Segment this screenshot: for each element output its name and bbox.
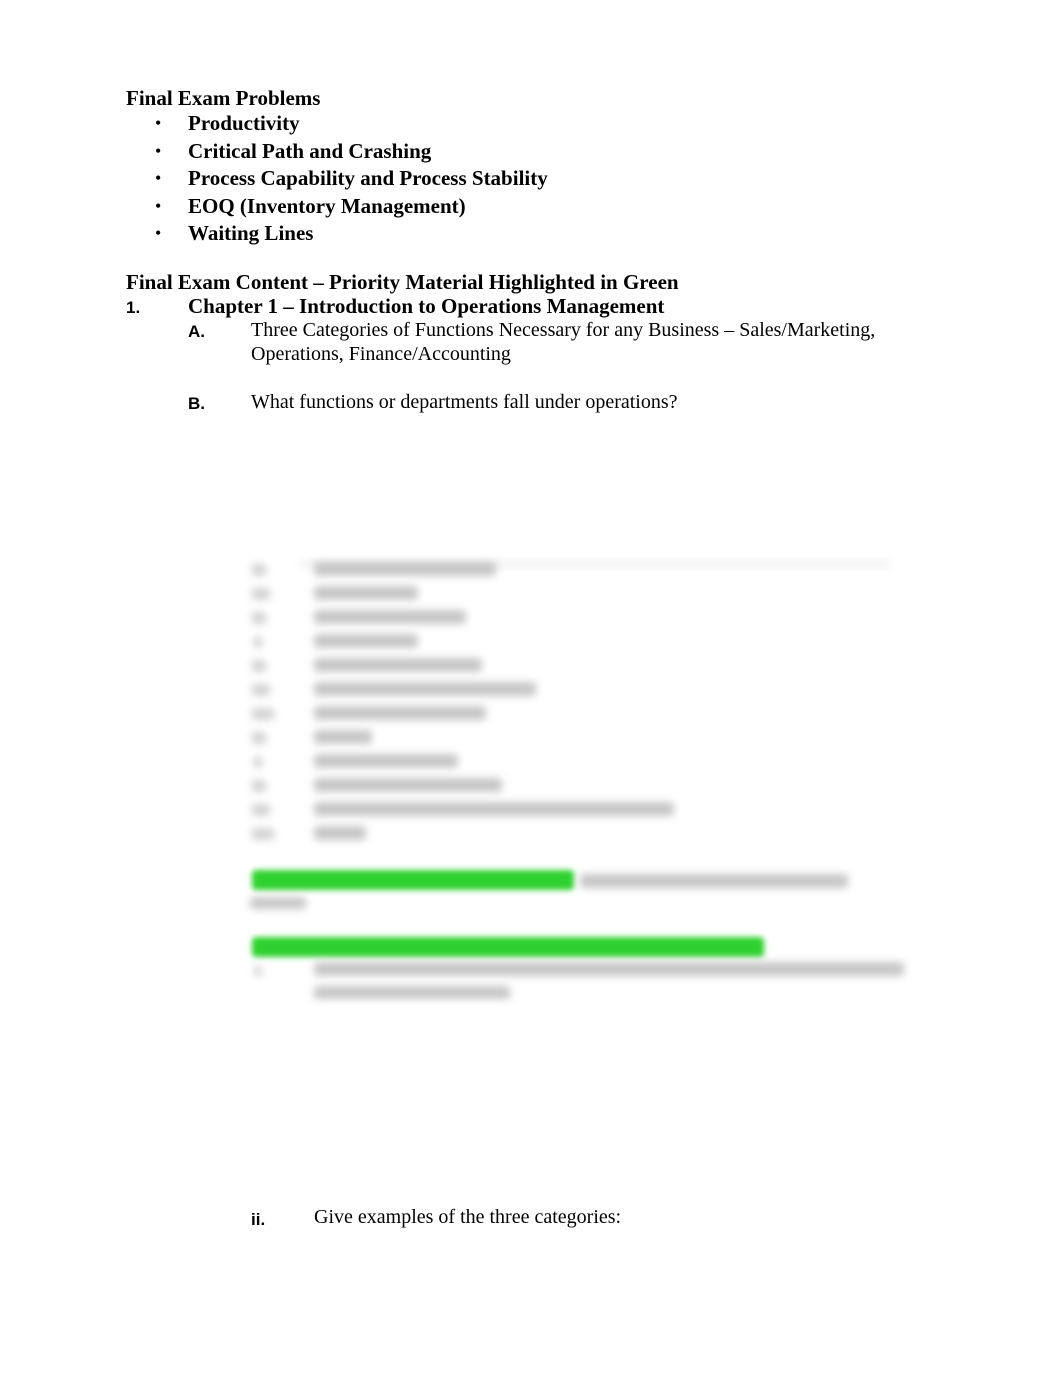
- problem-item: Process Capability and Process Stability: [188, 166, 548, 190]
- blurred-preview-region: [240, 554, 920, 1006]
- chapter-number: 1.: [126, 298, 141, 317]
- blurred-text: [314, 986, 510, 999]
- problem-item: Productivity: [188, 111, 300, 135]
- blurred-list-number: [252, 708, 274, 720]
- blurred-list-item: [314, 682, 536, 696]
- blurred-list-number: [252, 660, 266, 672]
- bullet-icon: •: [155, 141, 162, 161]
- chapter-title: Chapter 1 – Introduction to Operations M…: [188, 294, 665, 318]
- blurred-list-number: [252, 588, 270, 600]
- blurred-list-number: [254, 966, 262, 976]
- problem-item: Waiting Lines: [188, 221, 314, 245]
- problem-item: EOQ (Inventory Management): [188, 194, 466, 218]
- blurred-list-number: [252, 804, 270, 816]
- green-highlight: [252, 870, 574, 890]
- problems-heading: Final Exam Problems: [126, 86, 321, 110]
- bullet-icon: •: [155, 196, 162, 216]
- blurred-list-number: [252, 564, 266, 576]
- blurred-list-item: [314, 778, 502, 792]
- section-label: A.: [188, 322, 205, 341]
- bullet-icon: •: [155, 168, 162, 188]
- subitem-text: Give examples of the three categories:: [314, 1206, 622, 1228]
- blurred-list-item: [314, 586, 418, 600]
- blurred-text: [580, 874, 848, 888]
- section-text: Three Categories of Functions Necessary …: [251, 319, 876, 341]
- blurred-text: [314, 962, 904, 976]
- bullet-icon: •: [155, 223, 162, 243]
- blurred-list-item: [314, 826, 366, 840]
- blurred-list-number: [252, 732, 266, 744]
- blurred-list-item: [314, 730, 372, 744]
- blurred-list-item: [314, 754, 458, 768]
- blurred-list-item: [314, 562, 496, 576]
- blurred-list-item: [314, 706, 486, 720]
- content-heading: Final Exam Content – Priority Material H…: [126, 270, 679, 294]
- subitem-label: ii.: [251, 1210, 266, 1229]
- section-label: B.: [188, 394, 205, 413]
- blurred-list-number: [254, 636, 262, 648]
- blurred-list-number: [252, 612, 266, 624]
- blurred-list-number: [252, 828, 274, 840]
- green-highlight: [252, 937, 764, 957]
- blurred-list-item: [314, 634, 418, 648]
- section-text: What functions or departments fall under…: [251, 391, 678, 413]
- blurred-list-item: [314, 802, 674, 816]
- blurred-text: [250, 897, 306, 909]
- section-text-continued: Operations, Finance/Accounting: [251, 343, 511, 365]
- blurred-list-item: [314, 658, 482, 672]
- blurred-list-number: [252, 684, 270, 696]
- blurred-list-item: [314, 610, 466, 624]
- blurred-list-number: [254, 756, 262, 768]
- blurred-list-number: [252, 780, 266, 792]
- bullet-icon: •: [155, 113, 162, 133]
- problem-item: Critical Path and Crashing: [188, 139, 432, 163]
